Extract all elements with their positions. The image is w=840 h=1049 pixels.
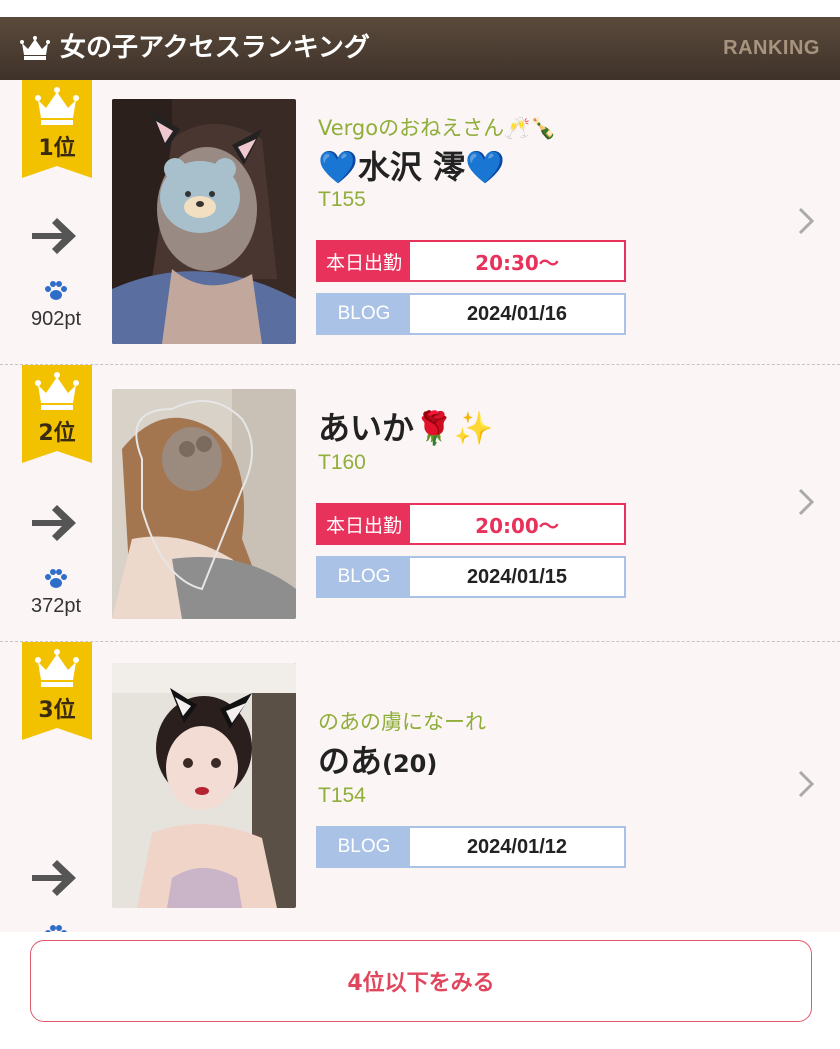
chevron-right-icon[interactable] bbox=[796, 206, 816, 236]
chevron-right-icon[interactable] bbox=[796, 487, 816, 517]
paw-icon bbox=[45, 569, 67, 588]
shift-label: 本日出勤 bbox=[318, 505, 410, 543]
profile-photo[interactable] bbox=[112, 99, 296, 344]
blog-date: 2024/01/16 bbox=[466, 302, 568, 325]
access-points: 372pt bbox=[30, 595, 82, 617]
arrow-right-icon bbox=[32, 860, 76, 896]
blog-label: BLOG bbox=[318, 558, 410, 596]
rank-badge: 1位 bbox=[22, 80, 92, 178]
blog-link[interactable]: BLOG 2024/01/15 bbox=[316, 556, 626, 598]
profile-photo[interactable] bbox=[112, 389, 296, 619]
arrow-right-icon bbox=[32, 505, 76, 541]
today-shift: 本日出勤 20:00〜 bbox=[316, 503, 626, 545]
blog-label: BLOG bbox=[318, 295, 410, 333]
blog-date: 2024/01/12 bbox=[466, 835, 568, 858]
chevron-right-icon[interactable] bbox=[796, 769, 816, 799]
arrow-right-icon bbox=[32, 218, 76, 254]
crown-icon bbox=[20, 36, 50, 60]
rank-badge: 3位 bbox=[22, 642, 92, 740]
catch-copy: のあの虜になーれ bbox=[318, 710, 486, 734]
cast-name[interactable]: あいか🌹✨ bbox=[318, 403, 494, 449]
cast-age: (20) bbox=[382, 750, 438, 778]
today-shift: 本日出勤 20:30〜 bbox=[316, 240, 626, 282]
paw-icon bbox=[45, 281, 67, 300]
access-points: 902pt bbox=[30, 308, 82, 330]
blog-label: BLOG bbox=[318, 828, 410, 866]
shift-time: 20:00〜 bbox=[475, 513, 559, 538]
ranking-row[interactable]: 1位 902pt Vergoのおねえさん🥂🍾 💙水沢 澪💙 T155 本日出勤 … bbox=[0, 80, 840, 365]
blog-date: 2024/01/15 bbox=[466, 565, 568, 588]
cast-name[interactable]: のあ(20) bbox=[318, 736, 437, 782]
rank-label: 3位 bbox=[38, 698, 76, 723]
see-more-button[interactable]: 4位以下をみる bbox=[30, 940, 812, 1022]
cast-name-text: 💙水沢 澪💙 bbox=[318, 148, 505, 186]
blog-link[interactable]: BLOG 2024/01/12 bbox=[316, 826, 626, 868]
top-strip bbox=[0, 0, 840, 17]
page-title: 女の子アクセスランキング bbox=[60, 33, 370, 63]
rank-label: 2位 bbox=[38, 421, 76, 446]
cast-height: T154 bbox=[318, 784, 366, 807]
cast-name-text: のあ bbox=[318, 742, 383, 780]
shift-label: 本日出勤 bbox=[318, 242, 410, 280]
blog-link[interactable]: BLOG 2024/01/16 bbox=[316, 293, 626, 335]
ranking-row[interactable]: 2位 372pt あいか🌹✨ T160 本日出勤 20:00〜 BLOG 202… bbox=[0, 365, 840, 642]
rank-label: 1位 bbox=[38, 136, 76, 161]
catch-copy: Vergoのおねえさん🥂🍾 bbox=[318, 116, 557, 140]
profile-photo[interactable] bbox=[112, 663, 296, 908]
shift-time: 20:30〜 bbox=[475, 250, 559, 275]
cast-name-text: あいか🌹✨ bbox=[318, 409, 494, 447]
rank-badge: 2位 bbox=[22, 365, 92, 463]
ranking-list: 1位 902pt Vergoのおねえさん🥂🍾 💙水沢 澪💙 T155 本日出勤 … bbox=[0, 80, 840, 972]
cast-name[interactable]: 💙水沢 澪💙 bbox=[318, 142, 505, 188]
ranking-row[interactable]: 3位 247pt のあの虜に bbox=[0, 642, 840, 972]
cast-height: T160 bbox=[318, 451, 366, 474]
more-section: 4位以下をみる bbox=[0, 932, 840, 1049]
cast-height: T155 bbox=[318, 188, 366, 211]
ranking-header: 女の子アクセスランキング RANKING bbox=[0, 17, 840, 80]
header-subtitle: RANKING bbox=[723, 37, 820, 59]
